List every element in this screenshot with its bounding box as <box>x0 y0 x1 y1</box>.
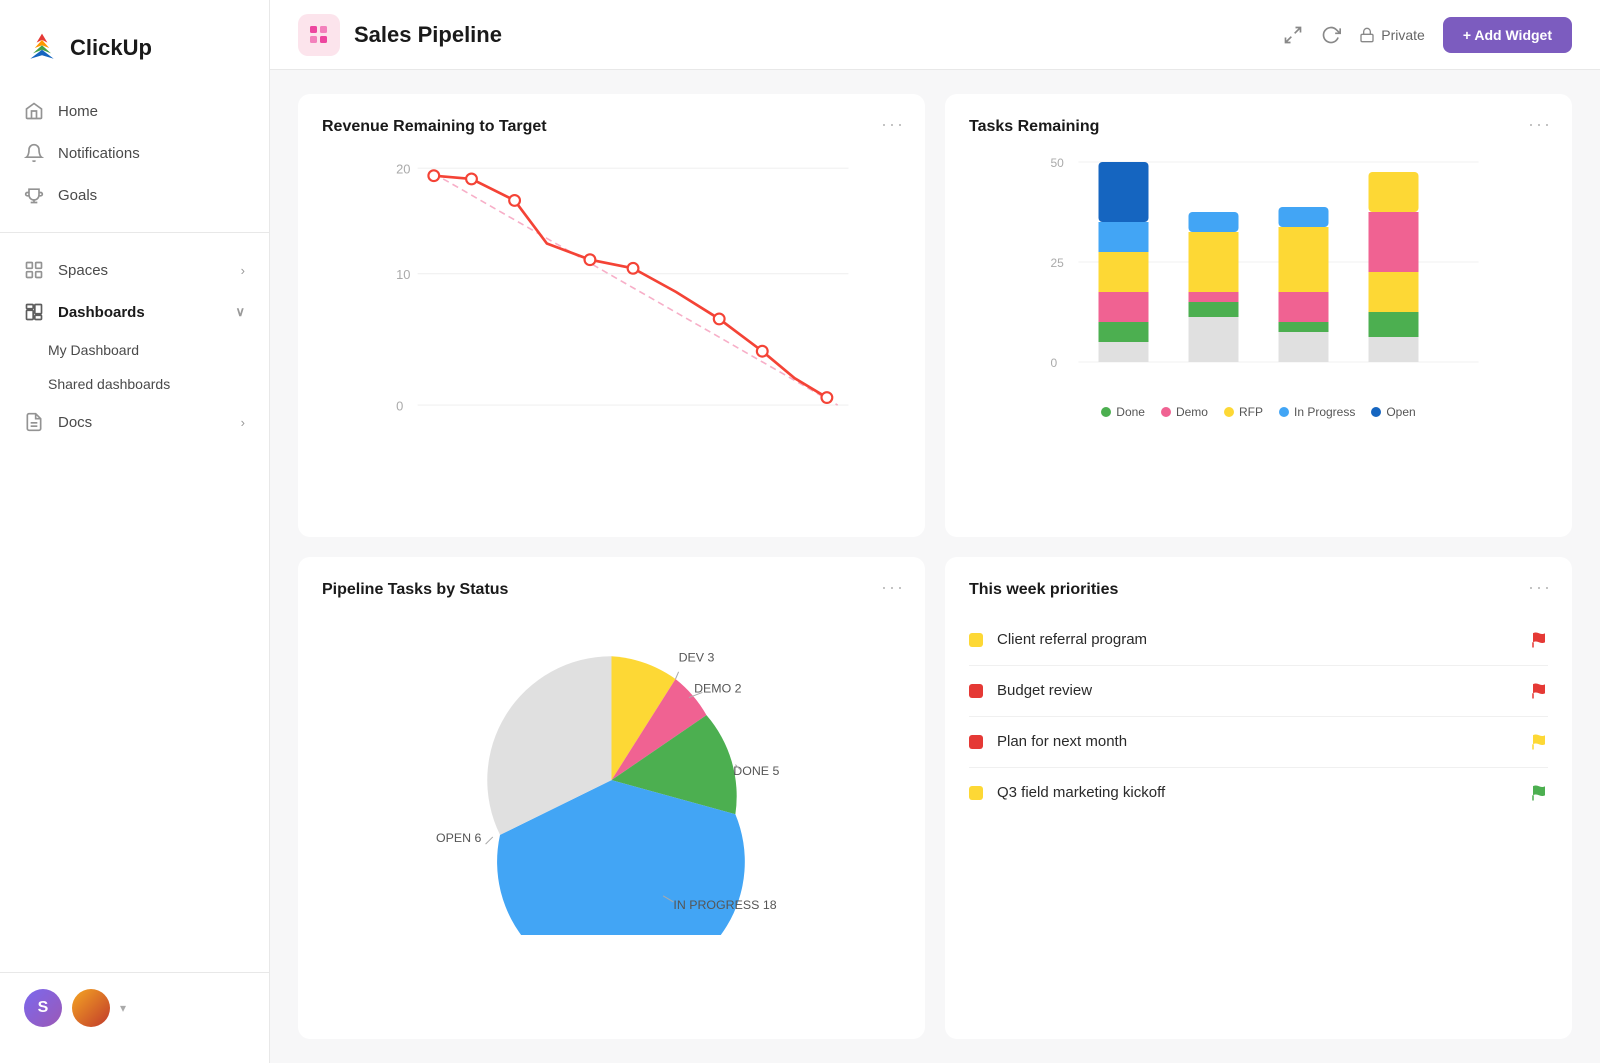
bar-chart-legend: Done Demo RFP In Progress <box>969 405 1548 419</box>
topbar-page-icon <box>298 14 340 56</box>
bar-chart: 50 25 0 <box>969 152 1548 432</box>
svg-text:DEV 3: DEV 3 <box>679 650 715 664</box>
topbar-actions: Private + Add Widget <box>1283 17 1572 53</box>
nav-goals[interactable]: Goals <box>0 174 269 216</box>
avatar-initial: S <box>24 989 62 1027</box>
privacy-label: Private <box>1381 27 1425 43</box>
nav-dashboards-label: Dashboards <box>58 304 145 321</box>
svg-text:OPEN 6: OPEN 6 <box>436 831 482 845</box>
refresh-button[interactable] <box>1321 25 1341 45</box>
svg-text:50: 50 <box>1051 156 1065 170</box>
tasks-widget-menu[interactable]: ··· <box>1528 114 1552 135</box>
nav-home[interactable]: Home <box>0 90 269 132</box>
legend-open: Open <box>1371 405 1415 419</box>
clickup-logo-icon <box>24 30 60 66</box>
pipeline-widget-menu[interactable]: ··· <box>881 577 905 598</box>
legend-demo: Demo <box>1161 405 1208 419</box>
lock-icon <box>1359 27 1375 43</box>
dashboards-arrow: ∨ <box>235 304 245 320</box>
priorities-widget-menu[interactable]: ··· <box>1528 577 1552 598</box>
trophy-icon <box>24 185 44 205</box>
svg-text:0: 0 <box>396 398 403 413</box>
docs-arrow: › <box>241 415 245 430</box>
dashboard-icon <box>24 302 44 322</box>
pipeline-tasks-widget: Pipeline Tasks by Status ··· <box>298 557 925 1040</box>
priority-dot-3 <box>969 786 983 800</box>
sidebar: ClickUp Home Notifications Goals <box>0 0 270 1063</box>
priority-item-0[interactable]: Client referral program <box>969 615 1548 666</box>
priority-label-3: Q3 field marketing kickoff <box>997 784 1516 801</box>
svg-text:0: 0 <box>1051 356 1058 370</box>
priority-label-0: Client referral program <box>997 631 1516 648</box>
priority-label-2: Plan for next month <box>997 733 1516 750</box>
pie-chart-svg: DEV 3 DEMO 2 DONE 5 IN PROGRESS 18 OPEN … <box>322 615 901 935</box>
priorities-widget: This week priorities ··· Client referral… <box>945 557 1572 1040</box>
page-title: Sales Pipeline <box>354 22 1269 48</box>
svg-text:20: 20 <box>396 162 410 177</box>
svg-text:DONE 5: DONE 5 <box>733 764 779 778</box>
priority-dot-0 <box>969 633 983 647</box>
nav-goals-label: Goals <box>58 187 97 204</box>
nav-docs-label: Docs <box>58 414 92 431</box>
sidebar-bottom: S ▾ <box>0 972 269 1043</box>
priority-flag-3 <box>1530 784 1548 802</box>
home-icon <box>24 101 44 121</box>
svg-text:25: 25 <box>1051 256 1065 270</box>
priority-flag-2 <box>1530 733 1548 751</box>
svg-text:IN PROGRESS 18: IN PROGRESS 18 <box>673 898 776 912</box>
legend-done: Done <box>1101 405 1145 419</box>
nav-spaces-label: Spaces <box>58 262 108 279</box>
priority-item-3[interactable]: Q3 field marketing kickoff <box>969 768 1548 818</box>
nav-my-dashboard[interactable]: My Dashboard <box>0 333 269 367</box>
nav-notifications-label: Notifications <box>58 145 140 162</box>
nav-spaces[interactable]: Spaces › <box>0 249 269 291</box>
tasks-remaining-widget: Tasks Remaining ··· 50 25 0 <box>945 94 1572 537</box>
revenue-widget: Revenue Remaining to Target ··· 20 10 0 <box>298 94 925 537</box>
legend-rfp: RFP <box>1224 405 1263 419</box>
nav-dashboards[interactable]: Dashboards ∨ <box>0 291 269 333</box>
legend-inprogress: In Progress <box>1279 405 1355 419</box>
docs-icon <box>24 412 44 432</box>
bell-icon <box>24 143 44 163</box>
expand-icon <box>1283 25 1303 45</box>
revenue-chart-svg: 20 10 0 <box>322 152 901 432</box>
dashboard-grid: Revenue Remaining to Target ··· 20 10 0 <box>270 70 1600 1063</box>
grid-icon <box>307 23 331 47</box>
expand-button[interactable] <box>1283 25 1303 45</box>
spaces-icon <box>24 260 44 280</box>
priority-label-1: Budget review <box>997 682 1516 699</box>
topbar: Sales Pipeline Private + Add W <box>270 0 1600 70</box>
avatar-photo <box>72 989 110 1027</box>
pie-chart: DEV 3 DEMO 2 DONE 5 IN PROGRESS 18 OPEN … <box>322 615 901 935</box>
revenue-chart: 20 10 0 <box>322 152 901 432</box>
nav-home-label: Home <box>58 103 98 120</box>
priority-dot-2 <box>969 735 983 749</box>
user-menu-arrow[interactable]: ▾ <box>120 1001 126 1015</box>
privacy-badge[interactable]: Private <box>1359 27 1425 43</box>
add-widget-button[interactable]: + Add Widget <box>1443 17 1572 53</box>
nav-docs[interactable]: Docs › <box>0 401 269 443</box>
app-name: ClickUp <box>70 35 152 61</box>
priority-flag-0 <box>1530 631 1548 649</box>
tasks-widget-title: Tasks Remaining <box>969 118 1548 136</box>
priority-item-2[interactable]: Plan for next month <box>969 717 1548 768</box>
main-content: Sales Pipeline Private + Add W <box>270 0 1600 1063</box>
refresh-icon <box>1321 25 1341 45</box>
revenue-widget-menu[interactable]: ··· <box>881 114 905 135</box>
pipeline-widget-title: Pipeline Tasks by Status <box>322 581 901 599</box>
priority-list: Client referral program Budget review Pl… <box>969 615 1548 818</box>
priority-dot-1 <box>969 684 983 698</box>
logo: ClickUp <box>0 20 269 90</box>
revenue-widget-title: Revenue Remaining to Target <box>322 118 901 136</box>
priorities-widget-title: This week priorities <box>969 581 1548 599</box>
nav-section-spaces: Spaces › Dashboards ∨ My Dashboard Share… <box>0 232 269 443</box>
priority-item-1[interactable]: Budget review <box>969 666 1548 717</box>
priority-flag-1 <box>1530 682 1548 700</box>
main-nav: Home Notifications Goals <box>0 90 269 216</box>
svg-text:10: 10 <box>396 267 410 282</box>
spaces-arrow: › <box>241 263 245 278</box>
nav-shared-dashboards[interactable]: Shared dashboards <box>0 367 269 401</box>
nav-notifications[interactable]: Notifications <box>0 132 269 174</box>
bar-chart-svg: 50 25 0 <box>969 152 1548 392</box>
